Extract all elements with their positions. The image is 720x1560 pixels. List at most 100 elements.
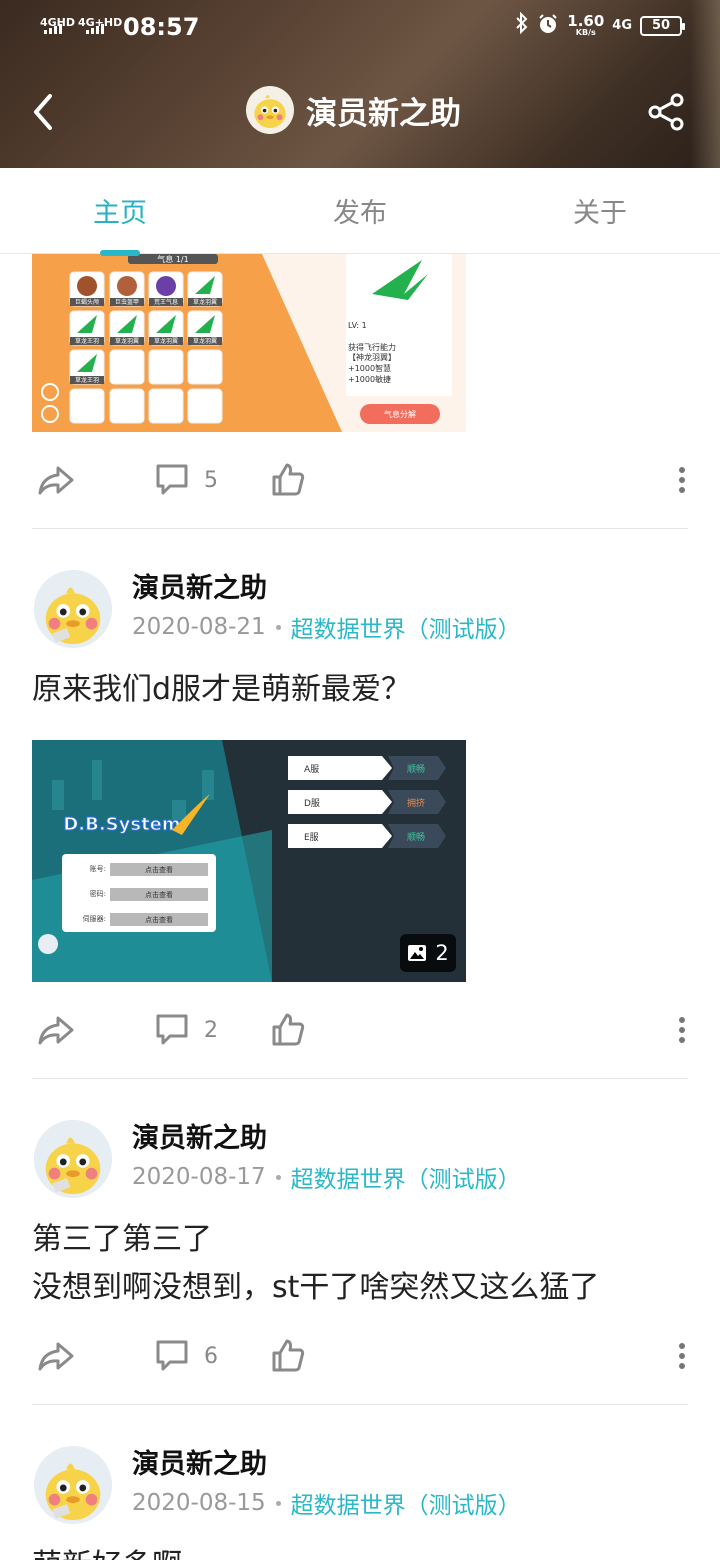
grid-label: 巨蝎头颅 [75, 298, 99, 306]
more-options-button[interactable] [676, 1016, 688, 1044]
like-button[interactable] [270, 462, 306, 498]
post-meta: 2020-08-21 超数据世界（测试版） [132, 610, 521, 644]
divider [32, 528, 688, 529]
forward-button[interactable] [36, 1012, 76, 1048]
post-meta: 2020-08-15 超数据世界（测试版） [132, 1486, 521, 1520]
post-date: 2020-08-15 [132, 1490, 266, 1516]
post-text-line: 没想到啊没想到，st干了啥突然又这么猛了 [32, 1270, 600, 1305]
like-button[interactable] [270, 1338, 306, 1374]
comment-icon [156, 464, 188, 495]
game-screenshot: 气息 1/1 巨蝎头颅 巨虫盔甲 荒王气息 草龙羽翼 草龙王羽 草龙羽翼 草龙羽… [32, 254, 466, 432]
status-right: 1.60 KB/s 4G 50 [515, 11, 685, 39]
grid-label: 草龙王羽 [75, 337, 99, 345]
post-text[interactable]: 萌新好多啊 [32, 1542, 688, 1560]
more-vertical-icon [679, 1343, 685, 1369]
more-options-button[interactable] [676, 1342, 688, 1370]
detail-line: 【神龙羽翼】 [348, 352, 396, 362]
post-actions: 6 [0, 1326, 720, 1386]
post-image[interactable]: D.B.System 账号: 密码: 伺服器: 点击查看 点击查看 点击查看 A… [32, 740, 466, 982]
grid-label: 巨虫盔甲 [115, 298, 139, 306]
forward-button[interactable] [36, 1338, 76, 1374]
share-button[interactable] [646, 92, 686, 132]
back-button[interactable] [26, 90, 62, 134]
divider [32, 1078, 688, 1079]
detail-line: +1000智慧 [348, 363, 391, 373]
tab-posts[interactable]: 发布 [240, 168, 480, 253]
post-author[interactable]: 演员新之助 [132, 1442, 267, 1481]
avatar[interactable] [34, 1446, 112, 1524]
avatar[interactable] [34, 570, 112, 648]
share-icon [648, 93, 684, 131]
post-date: 2020-08-17 [132, 1164, 266, 1190]
comment-count: 2 [204, 1017, 218, 1043]
comment-button[interactable]: 2 [154, 1012, 218, 1048]
grid-label: 草龙羽翼 [115, 337, 139, 345]
field-button: 点击查看 [145, 865, 173, 874]
more-vertical-icon [679, 467, 685, 493]
tab-bar: 主页 发布 关于 [0, 168, 720, 254]
detail-line: 获得飞行能力 [348, 342, 396, 352]
comment-button[interactable]: 5 [154, 462, 218, 498]
field-button: 点击查看 [145, 890, 173, 899]
image-count: 2 [435, 941, 449, 965]
bluetooth-icon [515, 11, 529, 39]
divider [32, 1404, 688, 1405]
post-topic-link[interactable]: 超数据世界（测试版） [291, 1160, 521, 1194]
detail-line: +1000敏捷 [348, 374, 391, 384]
grid-label: 草龙羽翼 [154, 337, 178, 345]
post-feed[interactable]: 气息 1/1 巨蝎头颅 巨虫盔甲 荒王气息 草龙羽翼 草龙王羽 草龙羽翼 草龙羽… [0, 254, 720, 1560]
net-speed-unit: KB/s [575, 28, 596, 37]
image-logo: D.B.System [63, 814, 180, 835]
forward-icon [38, 1342, 74, 1371]
server-status: 顺畅 [407, 763, 425, 775]
post-topic-link[interactable]: 超数据世界（测试版） [291, 1486, 521, 1520]
thumbs-up-icon [272, 463, 305, 496]
server-name: E服 [304, 832, 319, 843]
post-actions: 5 [0, 450, 720, 510]
like-button[interactable] [270, 1012, 306, 1048]
more-options-button[interactable] [676, 466, 688, 494]
tab-home[interactable]: 主页 [0, 168, 240, 253]
signal-icon [86, 24, 104, 34]
forward-button[interactable] [36, 462, 76, 498]
post-author[interactable]: 演员新之助 [132, 566, 267, 605]
thumbs-up-icon [272, 1339, 305, 1372]
post-header: 演员新之助 2020-08-17 超数据世界（测试版） [32, 1116, 688, 1212]
comment-button[interactable]: 6 [154, 1338, 218, 1374]
post-topic-link[interactable]: 超数据世界（测试版） [291, 610, 521, 644]
post-author[interactable]: 演员新之助 [132, 1116, 267, 1155]
profile-header: 4GHD 4G+HD 08:57 1.60 KB/s 4G 50 演员新之助 [0, 0, 720, 168]
post-text[interactable]: 原来我们d服才是萌新最爱？ [32, 666, 688, 714]
post-image[interactable]: 气息 1/1 巨蝎头颅 巨虫盔甲 荒王气息 草龙羽翼 草龙王羽 草龙羽翼 草龙羽… [32, 254, 466, 432]
signal-icon [44, 24, 62, 34]
grid-label: 草龙羽翼 [193, 337, 217, 345]
avatar [246, 86, 294, 134]
server-list: A服 D服 E服 顺畅 拥挤 顺畅 [288, 756, 446, 848]
image-button-label: 气息分解 [384, 409, 416, 419]
post-date: 2020-08-21 [132, 614, 266, 640]
avatar[interactable] [34, 1120, 112, 1198]
back-arrow-icon [34, 94, 52, 130]
grid-label: 草龙羽翼 [193, 298, 217, 306]
post-actions: 2 [0, 1000, 720, 1060]
tab-about[interactable]: 关于 [480, 168, 720, 253]
net-speed: 1.60 KB/s [567, 14, 604, 37]
alarm-icon [537, 13, 559, 39]
grid-label: 草龙王羽 [75, 376, 99, 384]
image-title: 气息 1/1 [157, 254, 188, 264]
server-status: 拥挤 [407, 797, 425, 809]
field-label: 密码: [90, 889, 106, 898]
field-label: 伺服器: [83, 914, 106, 923]
battery-level: 50 [651, 18, 671, 33]
network-label: 4G [612, 18, 632, 33]
post-text[interactable]: 第三了第三了 没想到啊没想到，st干了啥突然又这么猛了 [32, 1216, 688, 1312]
server-name: A服 [304, 764, 319, 775]
separator-dot [275, 1174, 281, 1180]
page-title: 演员新之助 [306, 95, 461, 132]
separator-dot [275, 624, 281, 630]
post-text-line: 第三了第三了 [32, 1222, 212, 1257]
image-icon [408, 945, 427, 961]
battery-icon: 50 [640, 15, 685, 36]
post-header: 演员新之助 2020-08-15 超数据世界（测试版） [32, 1442, 688, 1538]
field-label: 账号: [90, 864, 106, 873]
